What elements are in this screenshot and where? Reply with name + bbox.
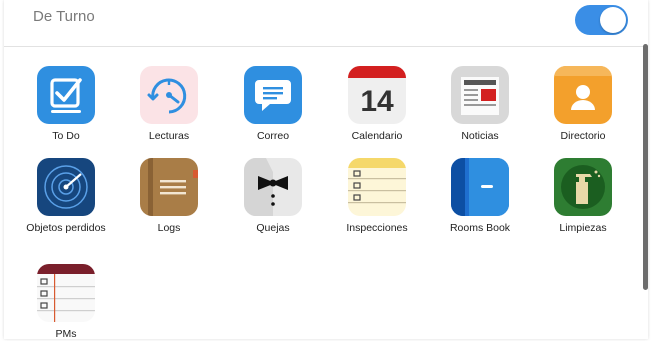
- app-label: Calendario: [351, 130, 403, 142]
- app-label: PMs: [55, 328, 77, 339]
- notepad-checklist-icon: [348, 158, 406, 216]
- app-tile-limpiezas[interactable]: Limpiezas: [533, 158, 633, 235]
- app-tile-logs[interactable]: Logs: [119, 158, 219, 235]
- app-label: Limpiezas: [559, 222, 607, 234]
- calendar-date: 14: [360, 85, 394, 118]
- spray-bottle-icon: [554, 158, 612, 216]
- app-label: To Do: [52, 130, 80, 142]
- contact-book-icon: [554, 66, 612, 124]
- app-tile-pms[interactable]: PMs: [16, 264, 116, 339]
- calendar-icon: 14: [348, 66, 406, 124]
- app-panel: De Turno To Do Lecturas Correo 14 Calend…: [4, 0, 648, 339]
- header-row: De Turno: [4, 0, 648, 47]
- toggle-knob: [600, 7, 626, 33]
- app-label: Objetos perdidos: [26, 222, 106, 234]
- app-label: Quejas: [256, 222, 290, 234]
- app-label: Correo: [256, 130, 290, 142]
- checklist-notebook-icon: [37, 264, 95, 322]
- app-tile-correo[interactable]: Correo: [223, 66, 323, 143]
- app-label: Logs: [157, 222, 181, 234]
- newspaper-icon: [451, 66, 509, 124]
- todo-checkbox-icon: [37, 66, 95, 124]
- app-label: Noticias: [461, 130, 499, 142]
- app-tile-objetos-perdidos[interactable]: Objetos perdidos: [16, 158, 116, 235]
- app-tile-todo[interactable]: To Do: [16, 66, 116, 143]
- app-label: Lecturas: [148, 130, 190, 142]
- on-duty-toggle[interactable]: [575, 5, 628, 35]
- app-tile-quejas[interactable]: Quejas: [223, 158, 323, 235]
- app-tile-noticias[interactable]: Noticias: [430, 66, 530, 143]
- gauge-reading-icon: [140, 66, 198, 124]
- logbook-icon: [140, 158, 198, 216]
- app-tile-calendario[interactable]: 14 Calendario: [327, 66, 427, 143]
- app-tile-directorio[interactable]: Directorio: [533, 66, 633, 143]
- app-label: Directorio: [560, 130, 606, 142]
- scrollbar[interactable]: [643, 44, 648, 290]
- app-tile-inspecciones[interactable]: Inspecciones: [327, 158, 427, 235]
- app-tile-rooms-book[interactable]: Rooms Book: [430, 158, 530, 235]
- tuxedo-bowtie-icon: [244, 158, 302, 216]
- app-label: Rooms Book: [449, 222, 511, 234]
- app-tile-lecturas[interactable]: Lecturas: [119, 66, 219, 143]
- section-title: De Turno: [33, 8, 95, 25]
- app-label: Inspecciones: [346, 222, 408, 234]
- mail-bubble-icon: [244, 66, 302, 124]
- door-icon: [451, 158, 509, 216]
- radar-icon: [37, 158, 95, 216]
